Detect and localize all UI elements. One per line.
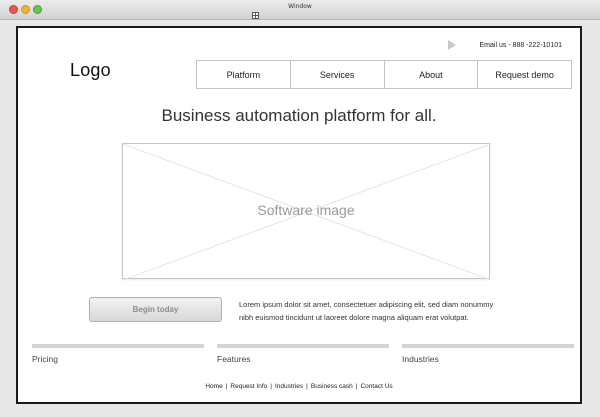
window-title: Window bbox=[288, 3, 312, 10]
nav-item-request-demo[interactable]: Request demo bbox=[478, 61, 571, 88]
footer-link-business-cash[interactable]: Business cash bbox=[311, 383, 353, 390]
software-image-placeholder: Software image bbox=[122, 143, 491, 280]
main-nav: Platform Services About Request demo bbox=[196, 60, 572, 89]
hero-headline: Business automation platform for all. bbox=[161, 106, 437, 125]
title-bar[interactable]: Window bbox=[0, 0, 600, 20]
footer-separator: | bbox=[225, 383, 228, 390]
nav-item-about[interactable]: About bbox=[385, 61, 479, 88]
section-divider bbox=[32, 344, 204, 348]
cta-description: Lorem ipsum dolor sit amet, consectetuer… bbox=[239, 298, 559, 324]
nav-item-services[interactable]: Services bbox=[291, 61, 385, 88]
play-icon[interactable] bbox=[448, 40, 456, 50]
logo[interactable]: Logo bbox=[70, 60, 111, 81]
footer-nav: Home | Request Info | Industries | Business ca… bbox=[18, 383, 580, 390]
contact-info[interactable]: Email us - 888 -222-10101 bbox=[480, 42, 563, 49]
cta-description-line: Lorem ipsum dolor sit amet, consectetuer… bbox=[239, 300, 494, 309]
resize-handle-icon[interactable] bbox=[252, 12, 259, 19]
footer-link-home[interactable]: Home bbox=[205, 383, 222, 390]
footer-separator: | bbox=[355, 383, 358, 390]
features-link[interactable]: Features bbox=[217, 354, 251, 364]
image-placeholder-label: Software image bbox=[257, 202, 355, 218]
section-divider bbox=[217, 344, 389, 348]
begin-today-button[interactable]: Begin today bbox=[89, 297, 222, 322]
footer-separator: | bbox=[306, 383, 308, 390]
footer-link-request-info[interactable]: Request Info bbox=[230, 383, 267, 390]
nav-item-platform[interactable]: Platform bbox=[197, 61, 291, 88]
footer-link-contact-us[interactable]: Contact Us bbox=[360, 383, 392, 390]
industries-link[interactable]: Industries bbox=[402, 354, 439, 364]
pricing-link[interactable]: Pricing bbox=[32, 354, 58, 364]
section-divider bbox=[402, 344, 574, 348]
footer-separator: | bbox=[270, 383, 272, 390]
footer-link-industries[interactable]: Industries bbox=[275, 383, 303, 390]
cta-description-line: nibh euismod tincidunt ut laoreet dolore… bbox=[239, 313, 469, 322]
app-window: Window Email us - 888 -222-10101 Logo Pl… bbox=[0, 0, 600, 417]
page-canvas: Email us - 888 -222-10101 Logo Platform … bbox=[16, 26, 582, 404]
